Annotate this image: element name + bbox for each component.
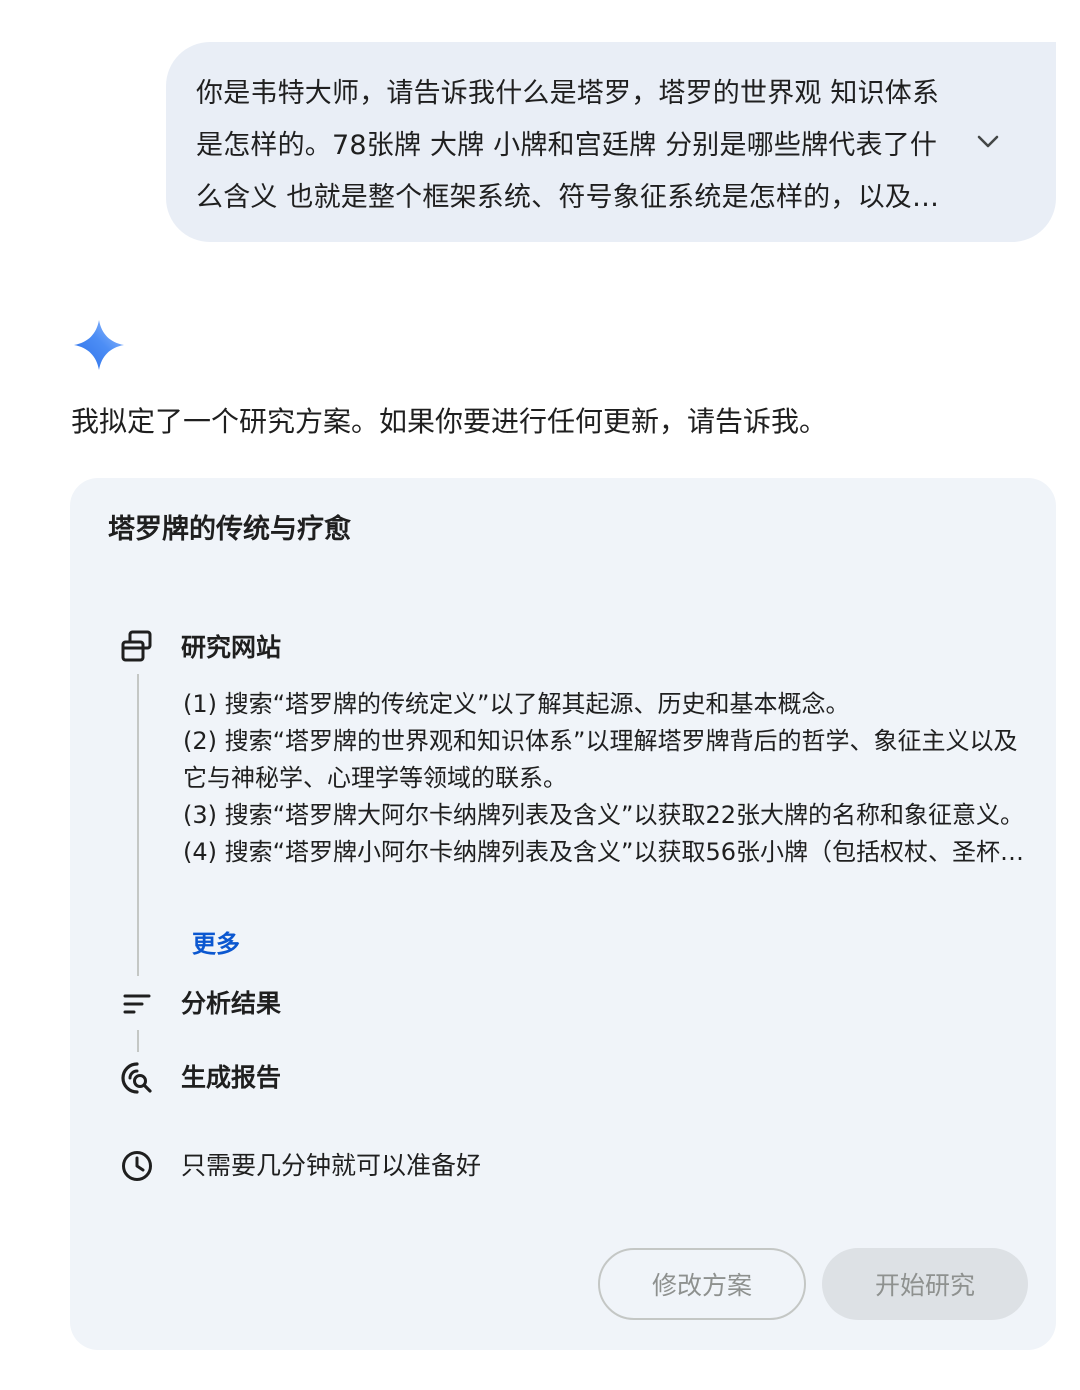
timeline-line	[137, 1030, 139, 1052]
user-prompt-text: 你是韦特大师，请告诉我什么是塔罗，塔罗的世界观 知识体系是怎样的。78张牌 大牌…	[196, 78, 940, 213]
report-search-icon	[119, 1060, 155, 1096]
plan-title: 塔罗牌的传统与疗愈	[108, 514, 351, 545]
sparkle-icon	[74, 320, 124, 370]
edit-plan-button[interactable]: 修改方案	[598, 1248, 806, 1320]
step-research-label: 研究网站	[181, 633, 282, 662]
eta-text: 只需要几分钟就可以准备好	[181, 1151, 482, 1180]
clock-icon	[119, 1148, 155, 1184]
user-prompt-bubble: 你是韦特大师，请告诉我什么是塔罗，塔罗的世界观 知识体系是怎样的。78张牌 大牌…	[166, 42, 1056, 242]
start-research-button[interactable]: 开始研究	[822, 1248, 1028, 1320]
step-report-label: 生成报告	[181, 1063, 282, 1092]
browser-windows-icon	[119, 628, 155, 664]
research-plan-card: 塔罗牌的传统与疗愈 研究网站 (1) 搜索“塔罗牌的传统定义”以了解其起源、历史…	[70, 478, 1056, 1350]
chevron-down-icon	[977, 135, 999, 148]
list-item: (2) 搜索“塔罗牌的世界观和知识体系”以理解塔罗牌背后的哲学、象征主义以及它与…	[183, 727, 1018, 792]
list-item: (3) 搜索“塔罗牌大阿尔卡纳牌列表及含义”以获取22张大牌的名称和象征意义。	[183, 801, 1025, 829]
step-analyze-label: 分析结果	[181, 989, 282, 1018]
assistant-reply: 我拟定了一个研究方案。如果你要进行任何更新，请告诉我。	[71, 405, 828, 438]
timeline-line	[137, 674, 139, 976]
list-item: (4) 搜索“塔罗牌小阿尔卡纳牌列表及含义”以获取56张小牌（包括权杖、圣杯、宝…	[183, 838, 1033, 866]
more-link[interactable]: 更多	[192, 924, 240, 964]
research-steps-list: (1) 搜索“塔罗牌的传统定义”以了解其起源、历史和基本概念。 (2) 搜索“塔…	[183, 686, 1033, 871]
lines-sort-icon	[119, 986, 155, 1022]
list-item: (1) 搜索“塔罗牌的传统定义”以了解其起源、历史和基本概念。	[183, 690, 850, 718]
expand-prompt-button[interactable]	[970, 124, 1006, 160]
